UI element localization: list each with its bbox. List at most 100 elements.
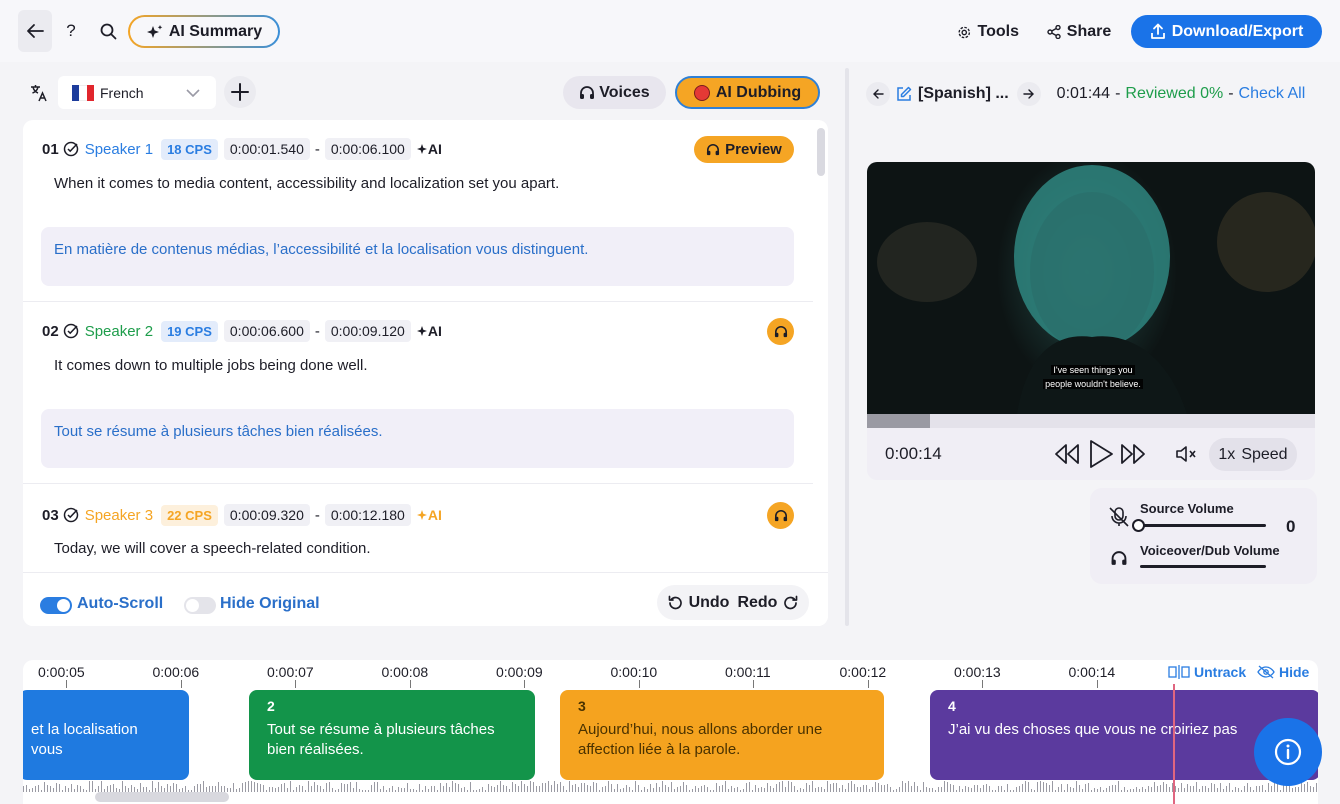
timeline-clip[interactable]: 3 Aujourd’hui, nous allons aborder une a… <box>560 690 884 780</box>
segment-number: 02 <box>42 322 59 340</box>
check-circle-icon[interactable] <box>63 141 79 157</box>
preview-audio-button[interactable] <box>767 502 794 529</box>
segment-number: 01 <box>42 140 59 158</box>
ai-dubbing-button[interactable]: AI Dubbing <box>675 76 820 109</box>
timeline-clip[interactable]: 2 Tout se résume à plusieurs tâches bien… <box>249 690 535 780</box>
info-button[interactable] <box>1254 718 1322 786</box>
playback-speed-button[interactable]: 1x Speed <box>1209 438 1297 471</box>
end-time[interactable]: 0:00:09.120 <box>324 320 411 342</box>
segment-header: 02 Speaker 2 19 CPS 0:00:06.600 - 0:00:0… <box>42 318 442 344</box>
clip-number: 2 <box>267 698 275 714</box>
hide-original-toggle[interactable] <box>184 597 216 614</box>
rewind-icon[interactable] <box>1053 442 1081 466</box>
arrow-left-icon <box>872 89 884 99</box>
language-label: French <box>100 84 144 101</box>
undo-button[interactable]: Undo <box>667 594 729 612</box>
headphones-icon <box>707 144 720 156</box>
timeline-scrollbar[interactable] <box>95 792 229 802</box>
clip-text: et la localisation vous <box>31 721 138 758</box>
prev-track-button[interactable] <box>866 82 890 106</box>
preview-button[interactable]: Preview <box>694 136 794 163</box>
segment-row[interactable]: 03 Speaker 3 22 CPS 0:00:09.320 - 0:00:1… <box>23 484 813 572</box>
back-button[interactable] <box>18 10 52 52</box>
share-button[interactable]: Share <box>1046 17 1112 47</box>
fast-forward-icon[interactable] <box>1119 442 1147 466</box>
redo-button[interactable]: Redo <box>737 594 799 612</box>
ai-rewrite-button[interactable]: AI <box>416 141 442 157</box>
ai-summary-button[interactable]: AI Summary <box>128 15 280 48</box>
video-progress-bar[interactable] <box>867 414 1315 428</box>
headphones-icon <box>580 86 595 99</box>
mute-icon[interactable] <box>1175 445 1197 463</box>
segment-header: 01 Speaker 1 18 CPS 0:00:01.540 - 0:00:0… <box>42 136 442 162</box>
cps-badge: 19 CPS <box>161 320 218 342</box>
tools-label: Tools <box>977 23 1019 40</box>
audio-waveform[interactable] <box>23 778 1318 792</box>
translation-text[interactable]: En matière de contenus médias, l’accessi… <box>41 227 794 286</box>
search-button[interactable] <box>96 18 120 44</box>
add-language-button[interactable] <box>224 76 256 108</box>
end-time[interactable]: 0:00:12.180 <box>324 504 411 526</box>
ai-rewrite-button[interactable]: AI <box>416 507 442 523</box>
timeline-clip[interactable]: et la localisation vous <box>23 690 189 780</box>
clip-text: J’ai vu des choses que vous ne croiriez … <box>948 721 1238 738</box>
edit-icon[interactable] <box>896 86 912 102</box>
original-text[interactable]: It comes down to multiple jobs being don… <box>54 357 368 374</box>
editor-scrollbar[interactable] <box>815 120 827 572</box>
check-circle-icon[interactable] <box>63 323 79 339</box>
hide-timeline-button[interactable]: Hide <box>1257 664 1309 680</box>
original-text[interactable]: Today, we will cover a speech-related co… <box>54 540 371 557</box>
ai-dubbing-label: AI Dubbing <box>715 83 802 101</box>
original-text[interactable]: When it comes to media content, accessib… <box>54 175 559 192</box>
ruler-tick-label: 0:00:05 <box>38 664 85 680</box>
chevron-down-icon <box>186 89 200 97</box>
speaker-label[interactable]: Speaker 1 <box>85 141 153 158</box>
speaker-label[interactable]: Speaker 2 <box>85 323 153 340</box>
next-track-button[interactable] <box>1016 82 1041 106</box>
record-dot-icon <box>693 84 710 101</box>
preview-audio-button[interactable] <box>767 318 794 345</box>
panel-resize-handle[interactable] <box>845 68 849 626</box>
start-time[interactable]: 0:00:09.320 <box>223 504 310 526</box>
segment-row[interactable]: 01 Speaker 1 18 CPS 0:00:01.540 - 0:00:0… <box>23 120 813 302</box>
playhead[interactable] <box>1173 684 1175 804</box>
toggle-knob <box>186 599 199 612</box>
dub-volume-slider[interactable] <box>1140 565 1266 568</box>
speaker-label[interactable]: Speaker 3 <box>85 507 153 524</box>
editor-scroll-thumb[interactable] <box>817 128 825 176</box>
language-select[interactable]: French <box>58 76 216 109</box>
start-time[interactable]: 0:00:01.540 <box>223 138 310 160</box>
dub-volume-label: Voiceover/Dub Volume <box>1140 543 1280 558</box>
ruler-tick <box>638 680 640 688</box>
auto-scroll-toggle[interactable] <box>40 597 72 614</box>
speed-value: 1x <box>1218 445 1236 463</box>
segment-row[interactable]: 02 Speaker 2 19 CPS 0:00:06.600 - 0:00:0… <box>23 302 813 484</box>
check-all-link[interactable]: Check All <box>1239 85 1306 103</box>
voices-button[interactable]: Voices <box>563 76 666 109</box>
transcript-editor: 01 Speaker 1 18 CPS 0:00:01.540 - 0:00:0… <box>23 120 828 626</box>
untrack-button[interactable]: Untrack <box>1168 664 1246 680</box>
ruler-tick <box>409 680 411 688</box>
auto-scroll-label[interactable]: Auto-Scroll <box>77 595 163 613</box>
play-icon[interactable] <box>1088 439 1114 469</box>
translate-icon <box>30 84 48 102</box>
start-time[interactable]: 0:00:06.600 <box>223 320 310 342</box>
share-label: Share <box>1066 23 1112 40</box>
ai-rewrite-button[interactable]: AI <box>416 323 442 339</box>
check-circle-icon[interactable] <box>63 507 79 523</box>
preview-header: [Spanish] ... 0:01:44 - Reviewed 0% - Ch… <box>866 80 1305 108</box>
track-name[interactable]: [Spanish] ... <box>918 85 1009 103</box>
ruler-tick <box>180 680 182 688</box>
source-volume-knob[interactable] <box>1132 519 1145 532</box>
video-player[interactable]: I've seen things you people wouldn't bel… <box>867 162 1315 414</box>
source-volume-slider[interactable] <box>1140 524 1266 527</box>
tools-button[interactable]: Tools <box>957 17 1019 47</box>
mic-off-icon[interactable] <box>1108 506 1130 528</box>
help-button[interactable]: ? <box>60 18 82 44</box>
translation-text[interactable]: Tout se résume à plusieurs tâches bien r… <box>41 409 794 468</box>
end-time[interactable]: 0:00:06.100 <box>324 138 411 160</box>
download-export-button[interactable]: Download/Export <box>1131 15 1322 48</box>
download-export-label: Download/Export <box>1171 22 1304 40</box>
player-controls: 0:00:14 1x Speed <box>867 428 1315 480</box>
hide-original-label[interactable]: Hide Original <box>220 595 320 613</box>
